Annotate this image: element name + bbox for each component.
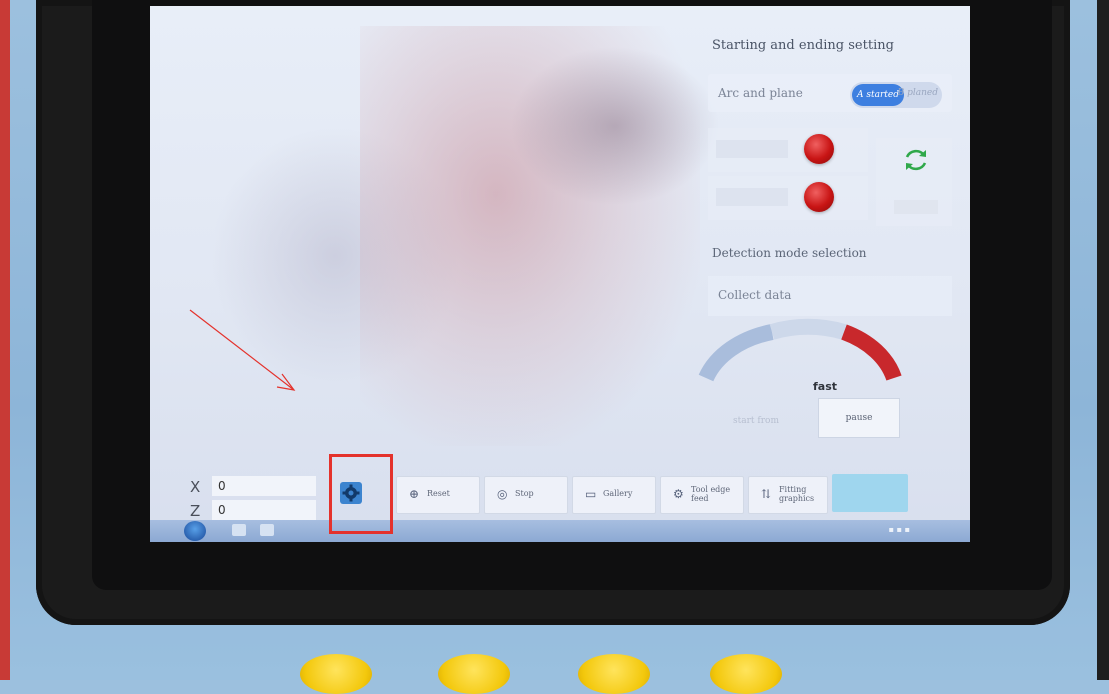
x-coordinate: X 0 [190, 476, 320, 496]
x-value-field[interactable]: 0 [212, 476, 316, 496]
refresh-button[interactable] [876, 138, 952, 226]
status-led-2 [804, 182, 834, 212]
coordinate-readout: X 0 Z 0 [190, 476, 320, 524]
taskbar-app-icon-1[interactable] [232, 524, 246, 536]
tool-edge-feed-label: Tool edge feed [691, 485, 731, 503]
image-icon: ▭ [585, 487, 597, 501]
stop-label: Stop [515, 489, 534, 498]
fitting-graphics-label: Fitting graphics [779, 485, 815, 503]
refresh-label [894, 200, 938, 214]
refresh-icon [905, 149, 927, 171]
arc-plane-toggle[interactable]: A started B planed [850, 82, 942, 108]
fit-icon: ⇅ [761, 487, 772, 501]
tool-edge-feed-button[interactable]: ⚙ Tool edge feed [660, 476, 744, 514]
speed-gauge[interactable] [698, 318, 958, 408]
physical-button-2[interactable] [438, 654, 510, 694]
signal-button-1[interactable] [716, 140, 788, 158]
machine-side-panel [0, 0, 10, 680]
touch-screen: Starting and ending setting Arc and plan… [150, 6, 970, 542]
signal-row-2 [708, 176, 868, 220]
system-tray: ▪ ▪ ▪ [888, 525, 910, 534]
fitting-graphics-button[interactable]: ⇅ Fitting graphics [748, 476, 828, 514]
stop-button[interactable]: ◎ Stop [484, 476, 568, 514]
tool-icon: ⚙ [673, 487, 684, 501]
windows-taskbar: ▪ ▪ ▪ [150, 520, 970, 542]
collect-data-row[interactable]: Collect data [708, 276, 952, 316]
z-axis-label: Z [190, 502, 201, 520]
windows-start-icon[interactable] [184, 521, 206, 541]
toggle-option-started[interactable]: A started [852, 84, 904, 106]
arc-plane-label: Arc and plane [718, 86, 803, 100]
gallery-button[interactable]: ▭ Gallery [572, 476, 656, 514]
speed-label: fast [812, 380, 837, 393]
machine-edge [1097, 0, 1109, 680]
detection-title: Detection mode selection [712, 246, 867, 260]
signal-button-2[interactable] [716, 188, 788, 206]
machine-frame: Starting and ending setting Arc and plan… [0, 0, 1109, 694]
toggle-option-planed[interactable]: B planed [898, 88, 938, 98]
arc-plane-row: Arc and plane A started B planed [708, 74, 952, 112]
status-led-1 [804, 134, 834, 164]
physical-button-1[interactable] [300, 654, 372, 694]
z-value-field[interactable]: 0 [212, 500, 316, 520]
x-axis-label: X [190, 478, 201, 496]
gallery-label: Gallery [603, 489, 633, 498]
screen-reflection-hand [510, 46, 720, 206]
physical-buttons-row [300, 654, 820, 694]
panel-title: Starting and ending setting [712, 38, 894, 53]
pause-button[interactable]: pause [818, 398, 900, 438]
taskbar-app-icon-2[interactable] [260, 524, 274, 536]
start-from-button[interactable]: start from [708, 402, 804, 440]
physical-button-3[interactable] [578, 654, 650, 694]
collect-data-label: Collect data [718, 288, 792, 302]
crosshair-icon: ⊕ [409, 487, 420, 501]
z-coordinate: Z 0 [190, 500, 320, 520]
highlight-box [329, 454, 393, 534]
signal-row-1 [708, 128, 868, 172]
settings-panel: Starting and ending setting Arc and plan… [698, 28, 958, 458]
reset-label: Reset [427, 489, 450, 498]
pause-circle-icon: ◎ [497, 487, 508, 501]
physical-button-4[interactable] [710, 654, 782, 694]
reset-button[interactable]: ⊕ Reset [396, 476, 480, 514]
parameters-button[interactable] [832, 474, 908, 512]
